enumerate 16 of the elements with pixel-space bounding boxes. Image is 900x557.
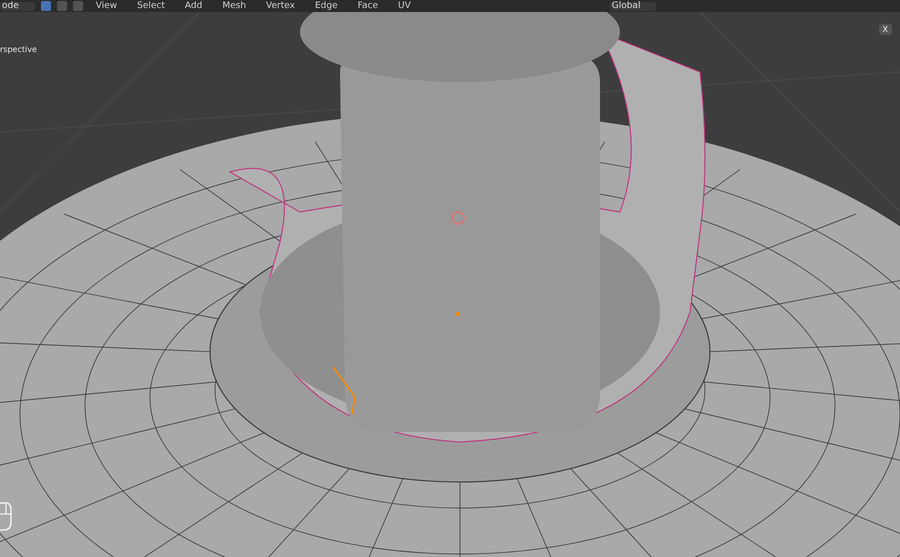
select-mode-icon[interactable]: [72, 1, 83, 11]
view-label: rspective: [0, 45, 37, 54]
axis-button[interactable]: X: [878, 24, 892, 35]
menu-item[interactable]: Add: [178, 2, 210, 11]
menu-item[interactable]: Face: [350, 2, 385, 11]
menu-item[interactable]: Mesh: [215, 2, 254, 11]
menu-item[interactable]: Select: [130, 2, 172, 11]
select-mode-icon[interactable]: [40, 1, 51, 11]
select-mode-icon[interactable]: [56, 1, 67, 11]
menu-item[interactable]: Edge: [308, 2, 345, 11]
mouse-icon: [0, 502, 12, 532]
orientation-dropdown[interactable]: Global: [610, 2, 656, 11]
menu-item[interactable]: Vertex: [259, 2, 302, 11]
mode-dropdown[interactable]: ode: [0, 2, 35, 11]
menu-item[interactable]: UV: [390, 2, 418, 11]
menu-item[interactable]: View: [88, 2, 124, 11]
